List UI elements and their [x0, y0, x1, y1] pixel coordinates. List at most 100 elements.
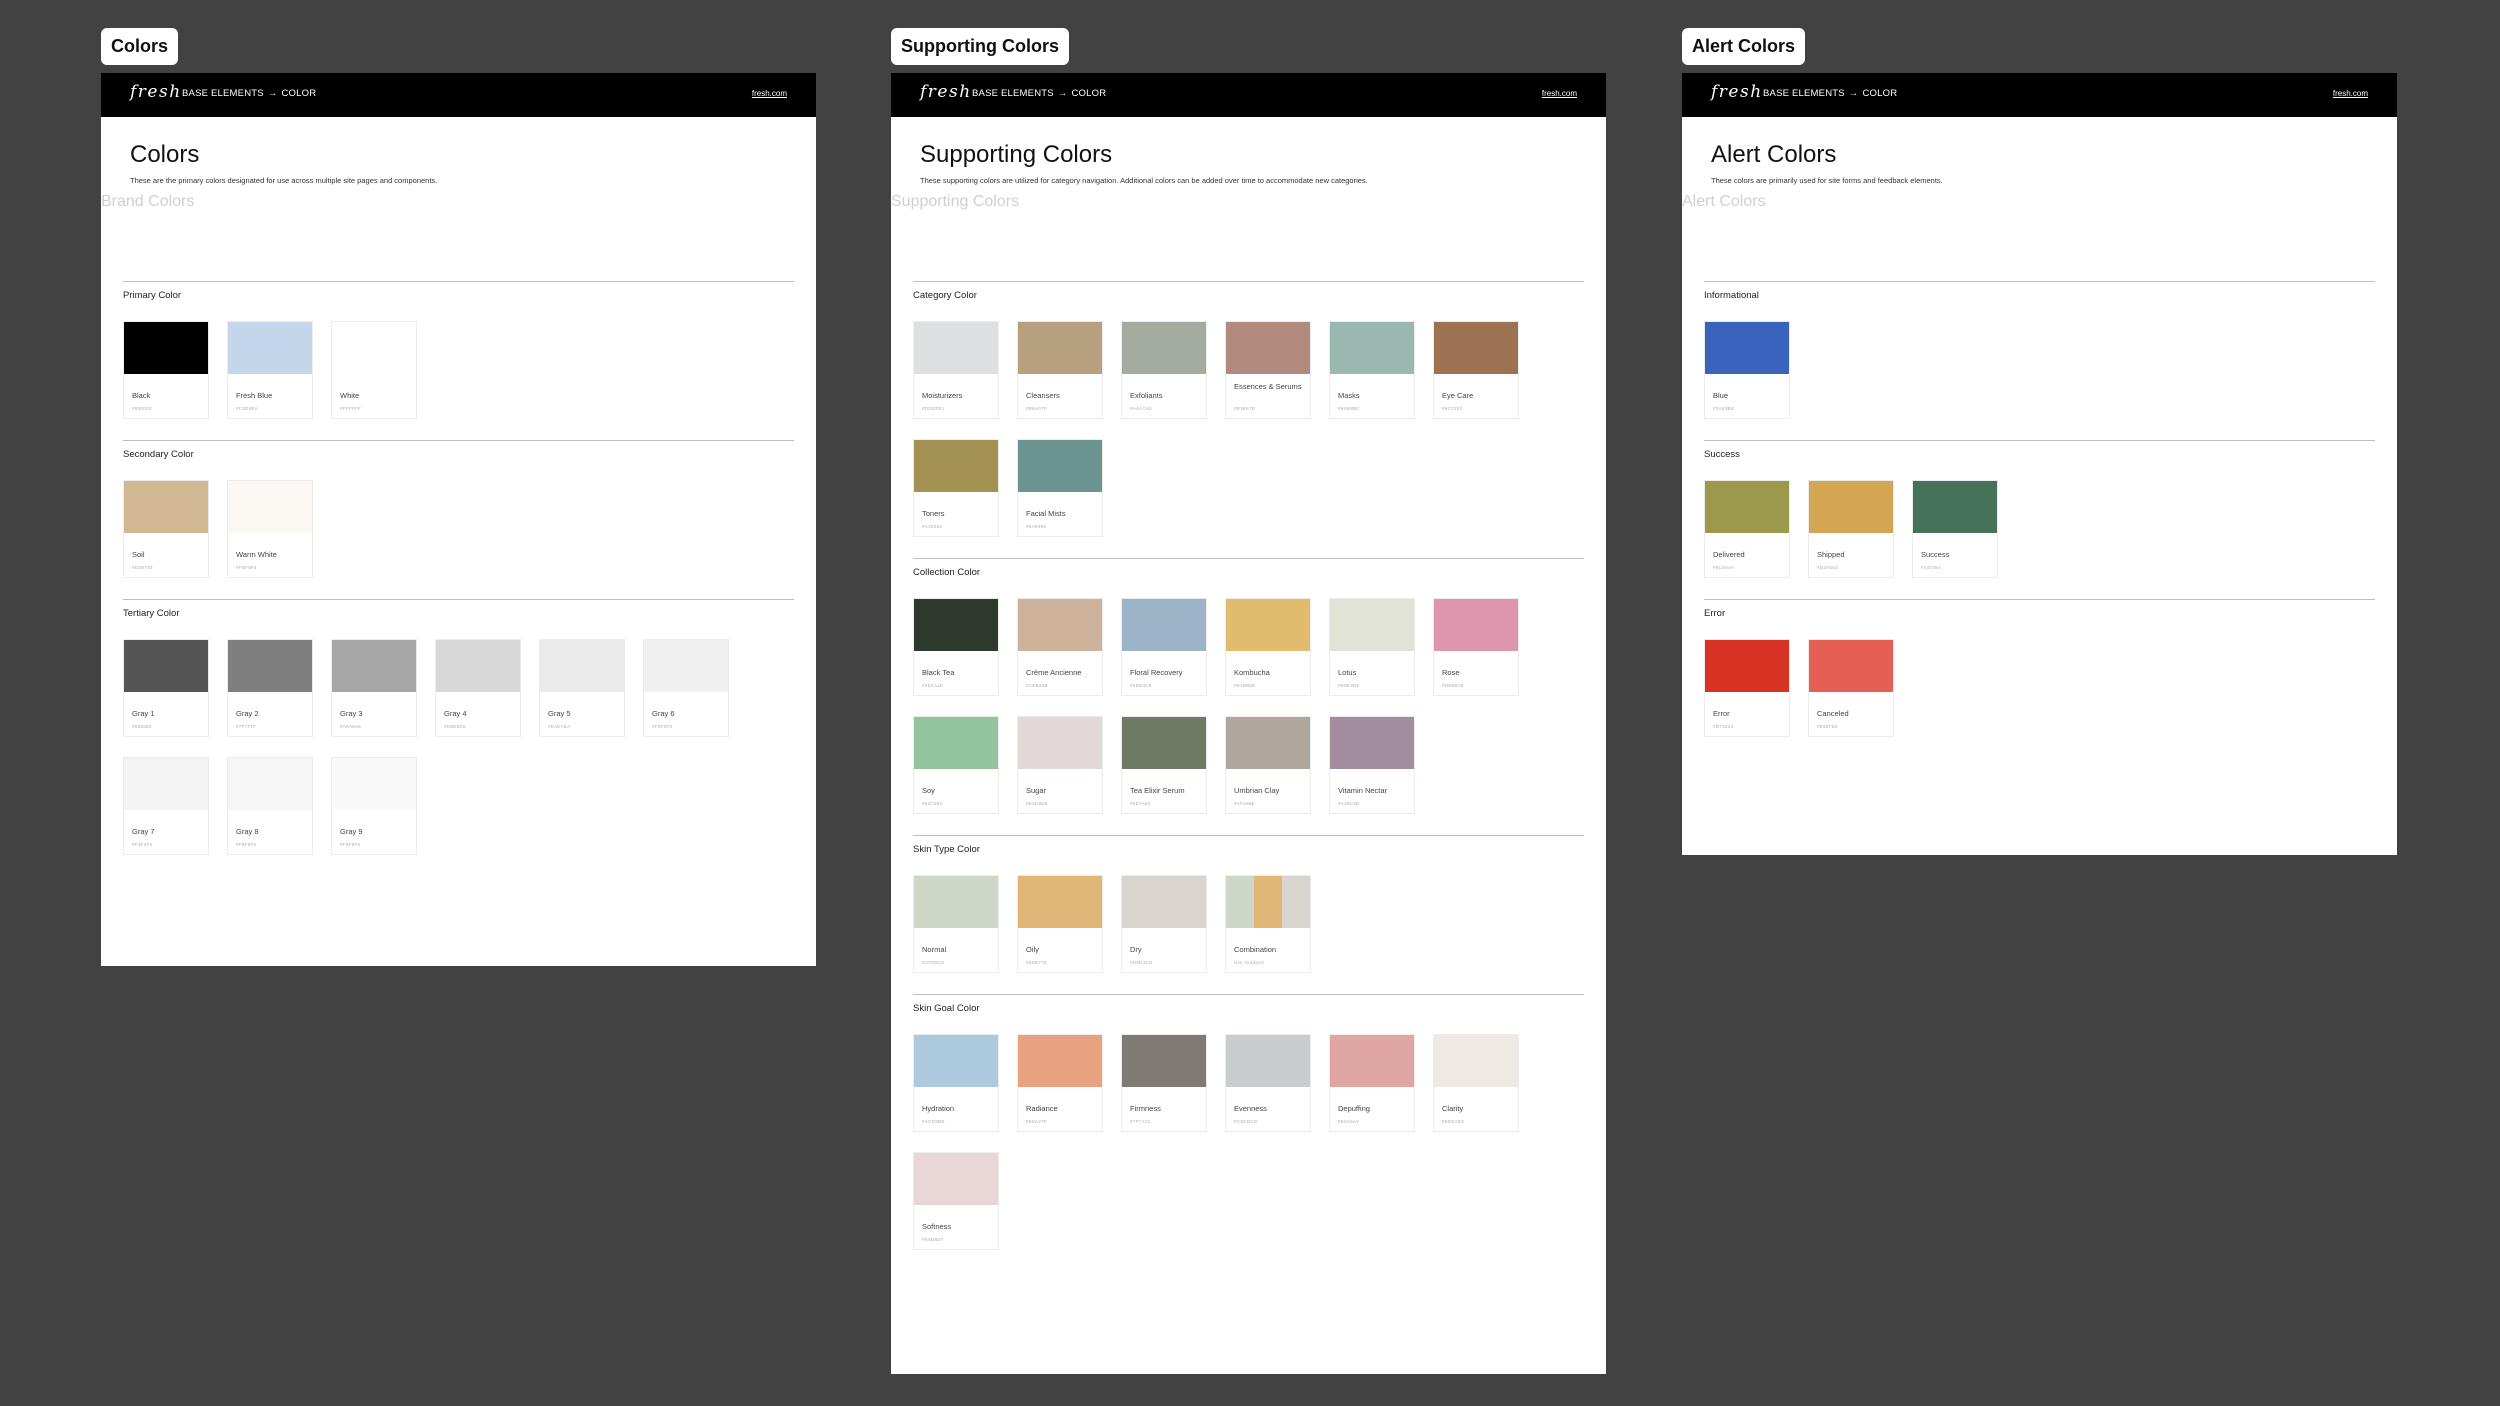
- swatch-hex: #B38A7E: [1234, 406, 1256, 411]
- swatch-card-black-tea[interactable]: Black Tea #2E3A2E: [913, 598, 999, 696]
- color-section-collection-color: Collection Color Black Tea #2E3A2E Crème An…: [913, 558, 1584, 814]
- swatch-card-gray-3[interactable]: Gray 3 #A6A6A6: [331, 639, 417, 737]
- swatch-card-gray-7[interactable]: Gray 7 #F3F3F3: [123, 757, 209, 855]
- swatch-card-cr-me-ancienne[interactable]: Crème Ancienne #CEB29B: [1017, 598, 1103, 696]
- color-fill: [1122, 876, 1206, 928]
- swatch-card-fresh-blue[interactable]: Fresh Blue #C3D6EA: [227, 321, 313, 419]
- swatch-name: Black Tea: [922, 668, 955, 677]
- color-fill: [1226, 599, 1310, 651]
- swatch-name: White: [340, 391, 360, 400]
- fresh-logo[interactable]: fresh: [130, 82, 182, 102]
- swatch-card-softness[interactable]: Softness #E9D6D7: [913, 1152, 999, 1250]
- swatch-card-toners[interactable]: Toners #A39253: [913, 439, 999, 537]
- color-fill: [1705, 640, 1789, 692]
- swatch-card-gray-6[interactable]: Gray 6 #F0F0F0: [643, 639, 729, 737]
- swatch-card-depuffing[interactable]: Depuffing #E0A6A2: [1329, 1034, 1415, 1132]
- swatch-card-sugar[interactable]: Sugar #E2D8D8: [1017, 716, 1103, 814]
- color-chip: [1018, 599, 1102, 651]
- fresh-logo[interactable]: fresh: [920, 82, 972, 102]
- swatch-hex: #ACC9DE: [922, 1119, 945, 1124]
- swatch-card-clarity[interactable]: Clarity #EEEAE3: [1433, 1034, 1519, 1132]
- swatch-card-eye-care[interactable]: Eye Care #9C7252: [1433, 321, 1519, 419]
- swatch-card-dry[interactable]: Dry #D9D4CD: [1121, 875, 1207, 973]
- color-chip: [1330, 322, 1414, 374]
- swatch-name: Depuffing: [1338, 1104, 1370, 1113]
- swatch-card-kombucha[interactable]: Kombucha #E1BB6E: [1225, 598, 1311, 696]
- color-chip: [1226, 322, 1310, 374]
- breadcrumb-base[interactable]: BASE ELEMENTS: [1763, 88, 1845, 99]
- swatch-card-floral-recovery[interactable]: Floral Recovery #9DB3C8: [1121, 598, 1207, 696]
- color-section-secondary-color: Secondary Color Soil #D2B793 Warm White #FBF…: [123, 440, 794, 578]
- swatch-card-firmness[interactable]: Firmness #7F7A72: [1121, 1034, 1207, 1132]
- swatch-card-umbrian-clay[interactable]: Umbrian Clay #AFA69E: [1225, 716, 1311, 814]
- swatch-name: Gray 7: [132, 827, 155, 836]
- swatch-card-gray-2[interactable]: Gray 2 #7F7F7F: [227, 639, 313, 737]
- section-title: Skin Goal Color: [913, 1003, 980, 1014]
- section-divider: [913, 835, 1584, 836]
- header-bar: fresh BASE ELEMENTS → COLOR fresh.com: [1682, 73, 2397, 117]
- frame-label-alert-colors[interactable]: Alert Colors: [1682, 28, 1806, 65]
- swatch-hex: #E0A6A2: [1338, 1119, 1360, 1124]
- swatch-card-gray-8[interactable]: Gray 8 #F6F6F6: [227, 757, 313, 855]
- swatch-card-soil[interactable]: Soil #D2B793: [123, 480, 209, 578]
- swatch-hex: #AFA69E: [1234, 801, 1256, 806]
- swatch-card-shipped[interactable]: Shipped #D4A553: [1808, 480, 1894, 578]
- swatch-card-black[interactable]: Black #000000: [123, 321, 209, 419]
- swatch-card-normal[interactable]: Normal #CFD8C8: [913, 875, 999, 973]
- frame-label-supporting-colors[interactable]: Supporting Colors: [891, 28, 1069, 65]
- breadcrumb: BASE ELEMENTS → COLOR: [1763, 88, 1897, 99]
- color-fill: [1018, 599, 1102, 651]
- breadcrumb-base[interactable]: BASE ELEMENTS: [182, 88, 264, 99]
- swatch-card-moisturizers[interactable]: Moisturizers #DDDFE1: [913, 321, 999, 419]
- swatch-card-rose[interactable]: Rose #DD95AE: [1433, 598, 1519, 696]
- color-chip: [1809, 640, 1893, 692]
- color-fill: [914, 440, 998, 492]
- swatch-card-evenness[interactable]: Evenness #C9CDCD: [1225, 1034, 1311, 1132]
- color-fill: [1226, 1035, 1310, 1087]
- swatch-name: Eye Care: [1442, 391, 1474, 400]
- swatch-card-delivered[interactable]: Delivered #9C9A4A: [1704, 480, 1790, 578]
- swatch-card-lotus[interactable]: Lotus #E0E3D5: [1329, 598, 1415, 696]
- swatch-card-white[interactable]: White #FFFFFF: [331, 321, 417, 419]
- swatch-card-oily[interactable]: Oily #E0B776: [1017, 875, 1103, 973]
- swatch-name: Gray 2: [236, 709, 259, 718]
- breadcrumb-base[interactable]: BASE ELEMENTS: [972, 88, 1054, 99]
- site-link[interactable]: fresh.com: [752, 89, 787, 98]
- color-chip: [1122, 876, 1206, 928]
- swatch-card-radiance[interactable]: Radiance #E8A27F: [1017, 1034, 1103, 1132]
- swatch-card-combination[interactable]: Combination Use Gradient: [1225, 875, 1311, 973]
- swatch-card-vitamin-nectar[interactable]: Vitamin Nectar #A38C9D: [1329, 716, 1415, 814]
- swatch-name: Evenness: [1234, 1104, 1267, 1113]
- swatch-card-cleansers[interactable]: Cleansers #B6A07F: [1017, 321, 1103, 419]
- color-chip: [1330, 717, 1414, 769]
- ghost-section-label: Supporting Colors: [891, 193, 1020, 210]
- swatch-card-hydration[interactable]: Hydration #ACC9DE: [913, 1034, 999, 1132]
- swatch-name: Soy: [922, 786, 935, 795]
- swatch-card-canceled[interactable]: Canceled #E55F55: [1808, 639, 1894, 737]
- swatch-card-error[interactable]: Error #D73224: [1704, 639, 1790, 737]
- swatch-card-tea-elixir-serum[interactable]: Tea Elixir Serum #6E7A64: [1121, 716, 1207, 814]
- swatch-card-exfoliants[interactable]: Exfoliants #A4ACA0: [1121, 321, 1207, 419]
- swatch-card-essences-serums[interactable]: Essences & Serums #B38A7E: [1225, 321, 1311, 419]
- swatch-card-gray-1[interactable]: Gray 1 #555555: [123, 639, 209, 737]
- swatch-card-gray-4[interactable]: Gray 4 #D8D8D8: [435, 639, 521, 737]
- swatch-name: Fresh Blue: [236, 391, 273, 400]
- color-chip: [1018, 717, 1102, 769]
- swatch-card-gray-5[interactable]: Gray 5 #EAEAEA: [539, 639, 625, 737]
- swatch-card-masks[interactable]: Masks #9AB8B0: [1329, 321, 1415, 419]
- fresh-logo[interactable]: fresh: [1711, 82, 1763, 102]
- site-link[interactable]: fresh.com: [2333, 89, 2368, 98]
- swatch-card-facial-mists[interactable]: Facial Mists #6A9490: [1017, 439, 1103, 537]
- swatch-card-success[interactable]: Success #44735A: [1912, 480, 1998, 578]
- swatch-card-soy[interactable]: Soy #92C59C: [913, 716, 999, 814]
- swatch-card-gray-9[interactable]: Gray 9 #F9F9F9: [331, 757, 417, 855]
- swatch-card-blue[interactable]: Blue #3A63BE: [1704, 321, 1790, 419]
- section-divider: [1704, 599, 2375, 600]
- swatch-hex: Use Gradient: [1234, 960, 1265, 965]
- color-chip: [1122, 717, 1206, 769]
- color-chip: [1705, 322, 1789, 374]
- color-chip: [540, 640, 624, 692]
- frame-label-colors[interactable]: Colors: [101, 28, 179, 65]
- site-link[interactable]: fresh.com: [1542, 89, 1577, 98]
- swatch-card-warm-white[interactable]: Warm White #FBF8F4: [227, 480, 313, 578]
